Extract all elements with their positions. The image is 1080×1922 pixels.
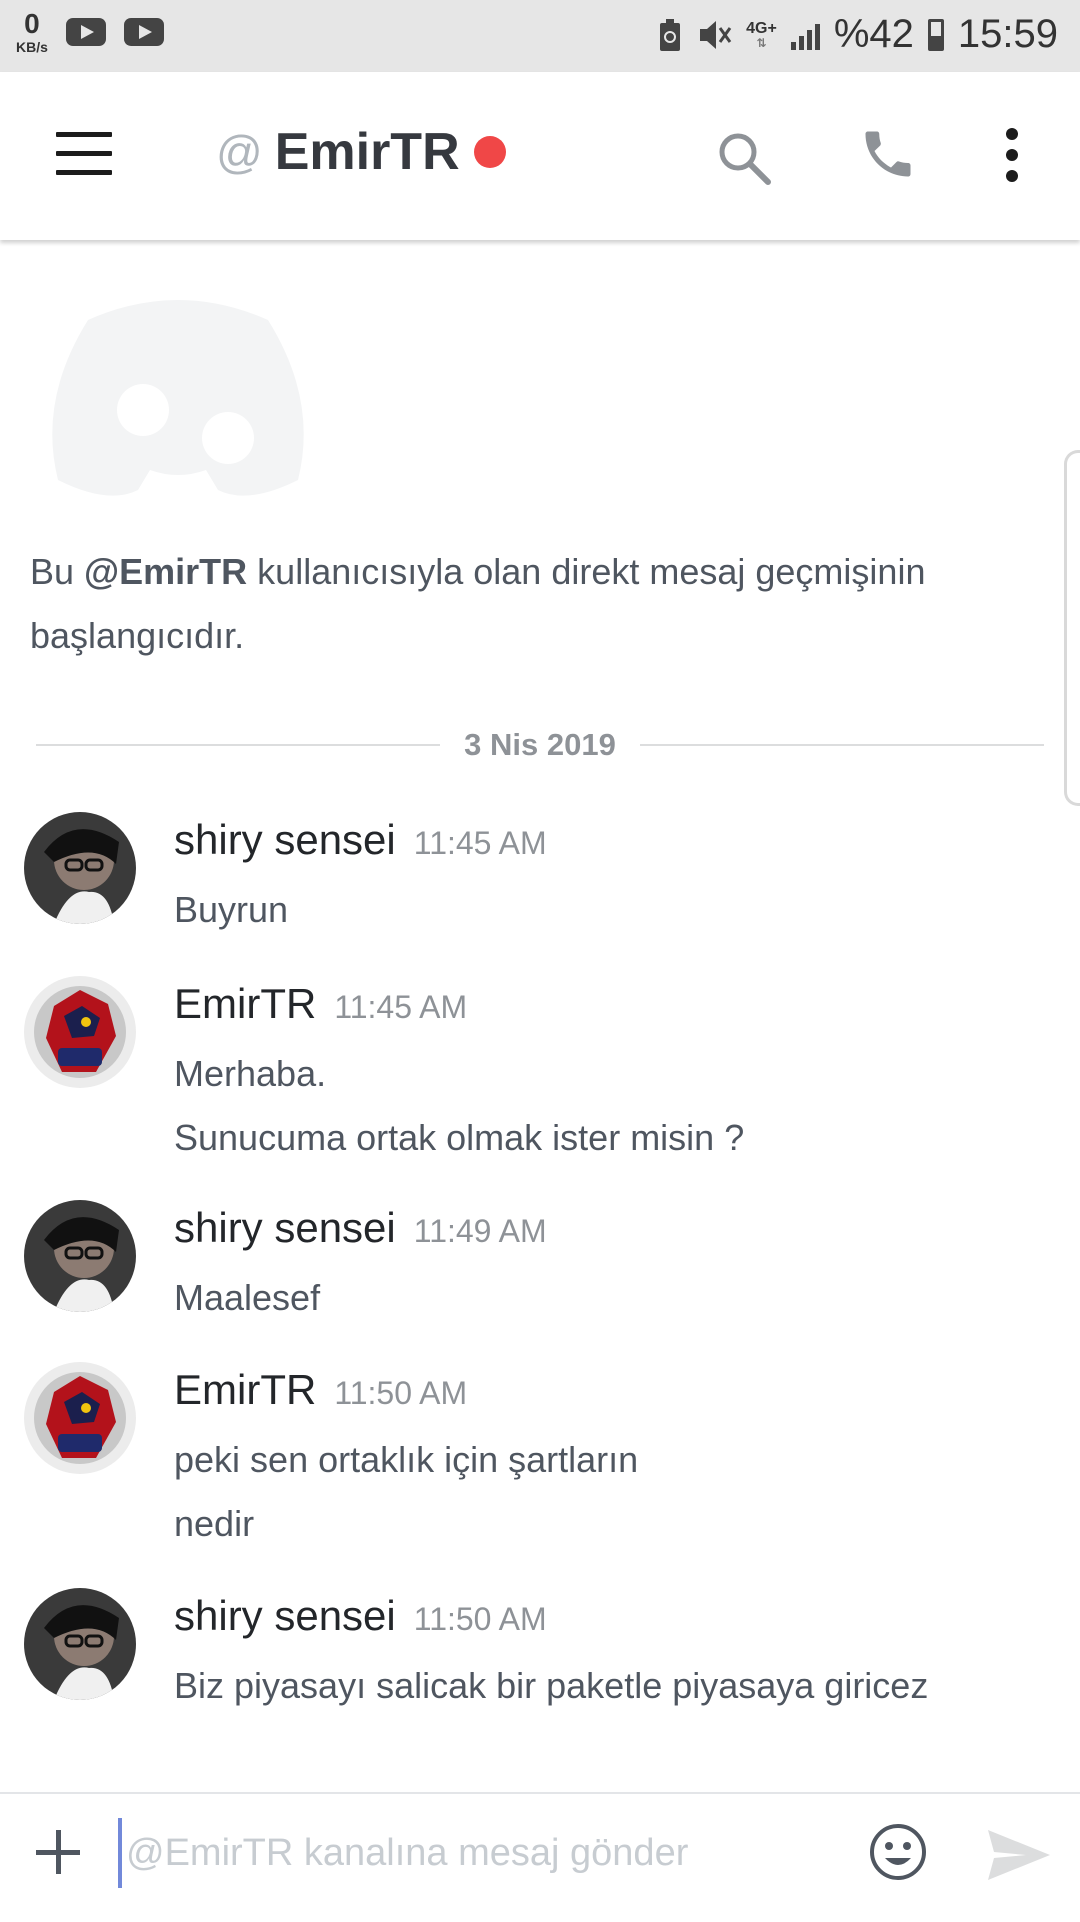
divider-line — [36, 744, 441, 746]
hamburger-menu-icon[interactable] — [56, 132, 112, 175]
signal-strength-icon — [790, 20, 820, 50]
message-timestamp: 11:45 AM — [413, 825, 547, 861]
network-speed: 0 KB/s — [16, 8, 48, 55]
at-icon: @ — [216, 126, 263, 178]
data-arrows-icon: ⇅ — [756, 35, 767, 50]
message-author[interactable]: shiry sensei 11:45 AM — [174, 816, 547, 864]
message-text: Merhaba. — [174, 1053, 327, 1094]
emoji-icon[interactable] — [868, 1822, 928, 1882]
message-timestamp: 11:49 AM — [413, 1213, 547, 1249]
emir-avatar[interactable] — [24, 1362, 136, 1474]
mute-vibrate-icon — [700, 20, 732, 49]
message-text: peki sen ortaklık için şartların — [174, 1439, 639, 1480]
battery-percent: %42 — [833, 12, 914, 56]
status-dot — [473, 136, 506, 168]
battery-saver-icon — [660, 18, 681, 51]
message-text: nedir — [174, 1503, 255, 1544]
message-text: Maalesef — [174, 1277, 321, 1318]
message-text: Buyrun — [174, 889, 289, 930]
send-icon[interactable] — [986, 1828, 1052, 1882]
message-author[interactable]: EmirTR 11:45 AM — [174, 980, 467, 1028]
date-divider: 3 Nis 2019 — [36, 720, 1045, 770]
channel-title-group: @ EmirTR — [216, 122, 506, 182]
intro-prefix: Bu — [30, 551, 85, 592]
youtube-notification-icon — [123, 18, 164, 46]
emir-avatar[interactable] — [24, 976, 136, 1088]
youtube-notification-icon — [65, 18, 106, 46]
network-type: 4G+ — [746, 19, 777, 37]
message-composer — [0, 1792, 1080, 1922]
intro-mention[interactable]: @EmirTR — [84, 551, 247, 592]
status-left: 0 KB/s — [16, 10, 164, 54]
message-author[interactable]: EmirTR 11:50 AM — [174, 1366, 467, 1414]
dm-intro-text: Bu @EmirTR kullanıcısıyla olan direkt me… — [30, 540, 1020, 668]
message-timestamp: 11:50 AM — [334, 1375, 468, 1411]
author-name[interactable]: EmirTR — [174, 980, 316, 1027]
divider-line — [639, 744, 1045, 746]
network-type-label: 4G+ ⇅ — [746, 19, 777, 50]
more-options-icon[interactable] — [998, 128, 1026, 188]
discord-logo-icon — [52, 300, 304, 496]
shiry-avatar[interactable] — [24, 1200, 136, 1312]
status-right: 4G+ ⇅ %42 15:59 — [658, 12, 1058, 57]
message-input[interactable] — [118, 1818, 826, 1888]
search-icon[interactable] — [716, 130, 772, 186]
battery-icon — [927, 18, 944, 51]
message-text: Sunucuma ortak olmak ister misin ? — [174, 1117, 745, 1158]
message-timestamp: 11:50 AM — [413, 1601, 547, 1637]
message-author[interactable]: shiry sensei 11:50 AM — [174, 1592, 547, 1640]
phone-call-icon[interactable] — [858, 124, 918, 184]
message-author[interactable]: shiry sensei 11:49 AM — [174, 1204, 547, 1252]
author-name[interactable]: EmirTR — [174, 1366, 316, 1413]
clock: 15:59 — [957, 12, 1058, 56]
date-divider-label: 3 Nis 2019 — [464, 727, 616, 762]
channel-header: @ EmirTR — [0, 72, 1080, 240]
network-speed-value: 0 — [24, 8, 40, 39]
scroll-handle[interactable] — [1064, 450, 1080, 806]
message-timestamp: 11:45 AM — [334, 989, 468, 1025]
message-text: Biz piyasayı salicak bir paketle piyasay… — [174, 1665, 929, 1706]
dm-welcome-logo — [28, 290, 328, 515]
network-speed-unit: KB/s — [16, 39, 48, 55]
add-attachment-icon[interactable] — [36, 1830, 80, 1874]
author-name[interactable]: shiry sensei — [174, 816, 396, 863]
shiry-avatar[interactable] — [24, 812, 136, 924]
author-name[interactable]: shiry sensei — [174, 1592, 396, 1639]
status-bar: 0 KB/s 4G+ ⇅ %42 15:59 — [0, 0, 1080, 72]
page-title: EmirTR — [274, 123, 460, 181]
author-name[interactable]: shiry sensei — [174, 1204, 396, 1251]
shiry-avatar[interactable] — [24, 1588, 136, 1700]
